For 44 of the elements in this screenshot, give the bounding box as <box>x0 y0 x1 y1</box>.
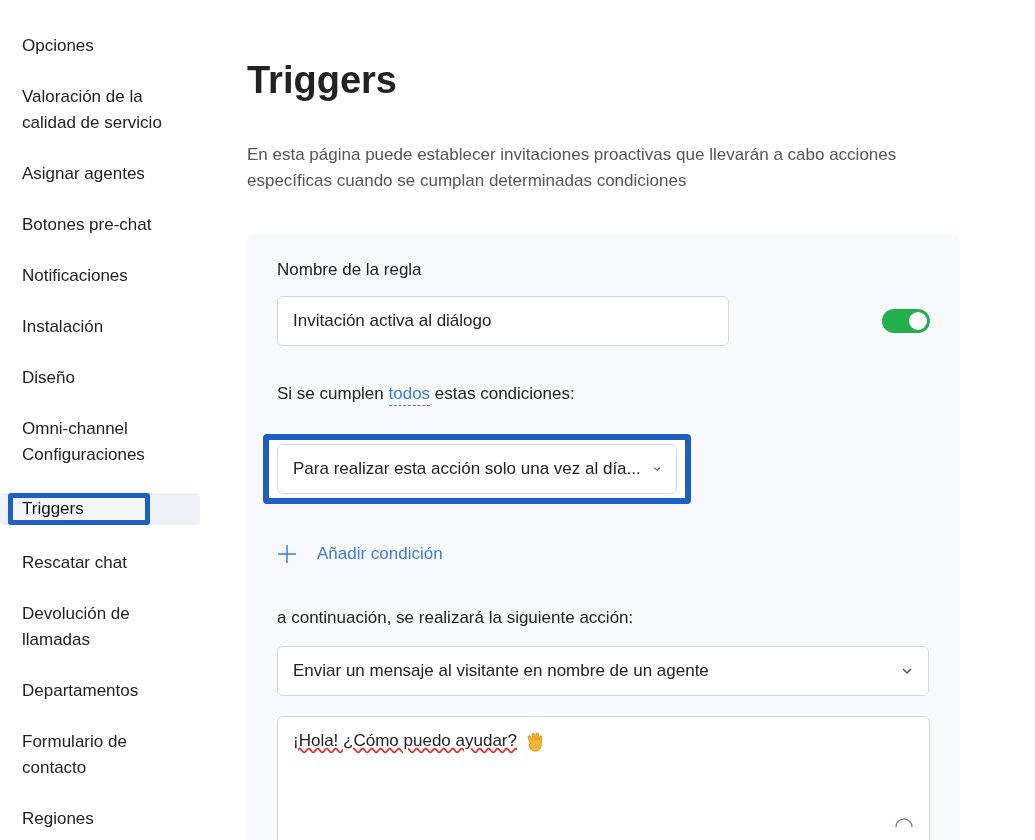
sidebar-item[interactable]: Opciones <box>0 33 200 59</box>
sidebar-item-label: Formulario de contacto <box>21 731 128 779</box>
waving-hand-icon <box>524 731 545 753</box>
sidebar-item-label: Departamentos <box>21 680 140 702</box>
sidebar-item-label: Diseño <box>21 367 76 389</box>
sidebar-item-label: Regiones <box>21 808 95 830</box>
sidebar-item-label: Omni-channel Configuraciones <box>21 418 146 466</box>
highlight-frame: Triggers <box>8 493 150 525</box>
field-label: a continuación, se realizará la siguiente acción: <box>277 608 635 628</box>
page-title: Triggers <box>247 58 398 102</box>
sidebar-item[interactable]: Formulario de contacto <box>0 729 200 781</box>
action-dropdown[interactable]: Enviar un mensaje al visitante en nombre de un agente <box>277 646 929 696</box>
conditions-sentence: Si se cumplen todos estas condiciones: <box>277 384 930 404</box>
sidebar-item[interactable]: Botones pre-chat <box>0 212 200 238</box>
sidebar-item-label: Asignar agentes <box>21 163 146 185</box>
conditions-link[interactable]: todos <box>388 384 431 406</box>
toggle-switch[interactable] <box>882 309 930 333</box>
chevron-down-icon <box>901 667 913 675</box>
add-condition-button[interactable]: Añadir condición <box>277 544 443 564</box>
sidebar-item-label: Botones pre-chat <box>21 214 153 236</box>
sidebar-item-label: Devolución de llamadas <box>21 603 131 651</box>
sidebar-item-label: Opciones <box>21 35 95 57</box>
chevron-down-icon <box>652 465 661 473</box>
plus-icon <box>277 544 297 564</box>
sidebar-item-label: Valoración de la calidad de servicio <box>21 86 163 134</box>
sidebar-item-label: Notificaciones <box>21 265 129 287</box>
sidebar-item[interactable]: Regiones <box>0 806 200 832</box>
sidebar-item[interactable]: Triggers <box>0 493 200 525</box>
page-description: En esta página puede establecer invitaciones proactivas que llevarán a cabo acciones específicas cuando se cumplan determinadas condiciones <box>247 144 898 192</box>
sidebar-item[interactable]: Notificaciones <box>0 263 200 289</box>
sidebar-item[interactable]: Rescatar chat <box>0 550 200 576</box>
sidebar-item[interactable]: Devolución de llamadas <box>0 601 200 653</box>
sidebar-item[interactable]: Instalación <box>0 314 200 340</box>
sidebar-item-label: Rescatar chat <box>21 552 128 574</box>
sidebar-item-label: Instalación <box>21 316 105 338</box>
field-label: Nombre de la regla <box>277 260 423 280</box>
sidebar-item[interactable]: Departamentos <box>0 678 200 704</box>
condition-dropdown[interactable]: Para realizar esta acción solo una vez al día... <box>277 444 677 494</box>
sidebar-item[interactable]: Asignar agentes <box>0 161 200 187</box>
sidebar-item[interactable]: Diseño <box>0 365 200 391</box>
sidebar-item[interactable]: Valoración de la calidad de servicio <box>0 84 200 136</box>
sidebar-item[interactable]: Omni-channel Configuraciones <box>0 416 200 468</box>
rule-name-field[interactable]: Invitación activa al diálogo <box>277 296 729 346</box>
message-field[interactable]: ¡Hola! ¿Cómo puedo ayudar? <box>277 716 930 840</box>
